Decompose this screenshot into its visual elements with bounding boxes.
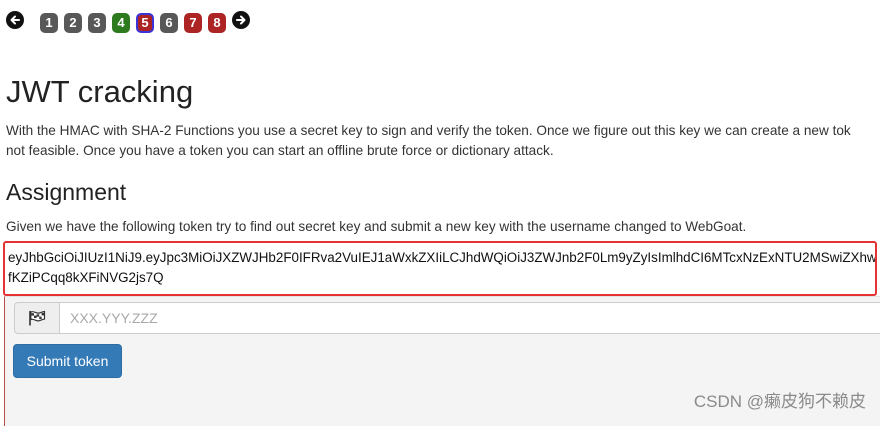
jwt-token-line-2: fKZiPCqq8kXFiNVG2js7Q	[8, 270, 164, 285]
assignment-description: Given we have the following token try to…	[6, 219, 747, 234]
previous-page-button[interactable]	[6, 11, 24, 29]
jwt-token-highlight: eyJhbGciOiJIUzI1NiJ9.eyJpc3MiOiJXZWJHb2F…	[3, 241, 877, 296]
lesson-intro-line-1: With the HMAC with SHA-2 Functions you u…	[6, 123, 851, 138]
next-page-button[interactable]	[232, 11, 250, 29]
arrow-right-icon	[236, 15, 246, 25]
page-title: JWT cracking	[6, 74, 194, 109]
watermark: CSDN @癞皮狗不赖皮	[693, 392, 866, 411]
page-2-button[interactable]: 2	[64, 13, 82, 33]
page-3-button[interactable]: 3	[88, 13, 106, 33]
page-8-button[interactable]: 8	[208, 13, 226, 33]
lesson-intro-line-2: not feasible. Once you have a token you …	[6, 143, 554, 158]
page-4-button[interactable]: 4	[112, 13, 130, 33]
page-7-button[interactable]: 7	[184, 13, 202, 33]
assignment-heading: Assignment	[6, 179, 127, 205]
token-input-group	[14, 302, 880, 334]
page-5-button[interactable]: 5	[136, 13, 154, 33]
lesson-intro: With the HMAC with SHA-2 Functions you u…	[6, 121, 880, 161]
flag-icon	[29, 310, 46, 326]
submit-token-button[interactable]: Submit token	[13, 344, 122, 378]
arrow-left-icon	[10, 15, 20, 25]
page-6-button[interactable]: 6	[160, 13, 178, 33]
flag-addon	[14, 302, 60, 334]
page-1-button[interactable]: 1	[40, 13, 58, 33]
jwt-token-line-1: eyJhbGciOiJIUzI1NiJ9.eyJpc3MiOiJXZWJHb2F…	[8, 250, 877, 265]
token-input[interactable]	[60, 302, 880, 334]
